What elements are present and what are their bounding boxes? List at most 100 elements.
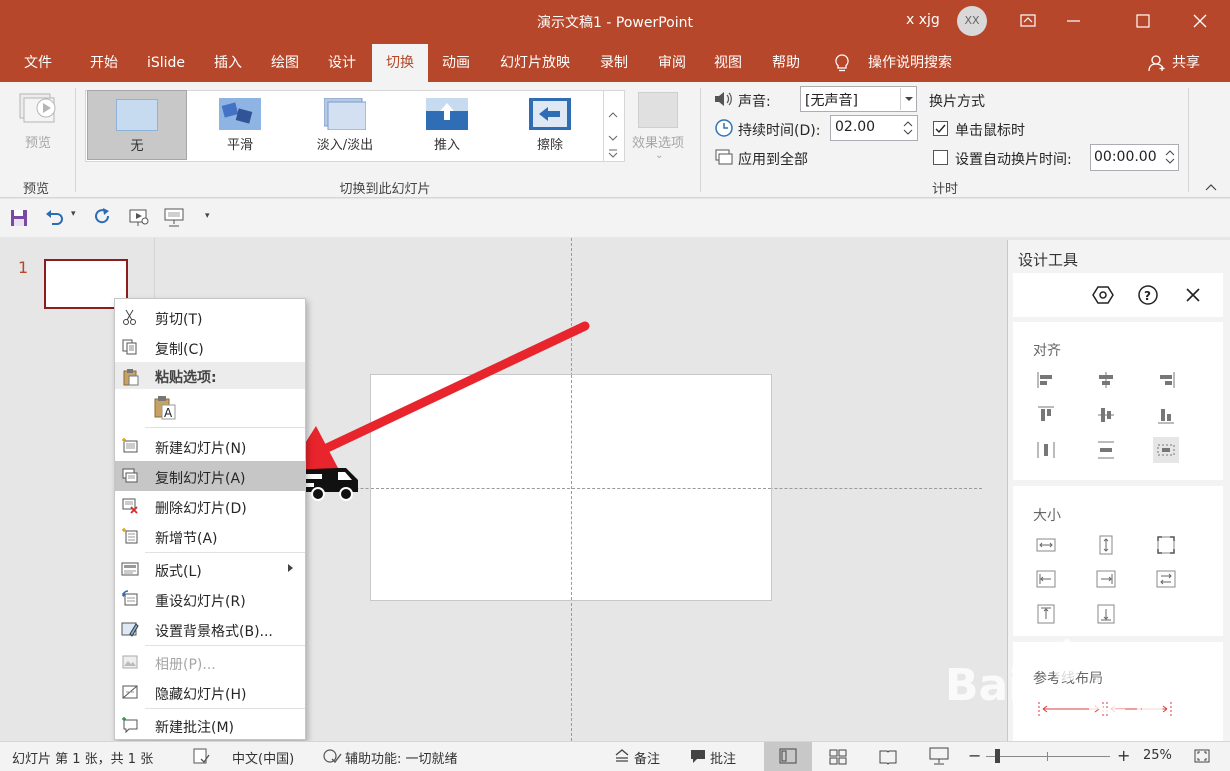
transition-wipe[interactable]: 擦除 <box>500 90 600 160</box>
align-to-slide-icon[interactable] <box>1153 437 1179 463</box>
menu-item-duplicate-slide[interactable]: 复制幻灯片(A) <box>115 461 305 491</box>
menu-item-delete-slide[interactable]: 删除幻灯片(D) <box>115 491 305 521</box>
redo-icon[interactable] <box>93 208 113 228</box>
tab-review[interactable]: 审阅 <box>648 44 696 82</box>
maximize-icon[interactable] <box>1125 4 1161 38</box>
minimize-icon[interactable] <box>1056 4 1092 38</box>
same-width-icon[interactable] <box>1035 534 1057 556</box>
comments-button[interactable]: 批注 <box>710 748 736 767</box>
fit-to-window-icon[interactable] <box>1193 747 1211 765</box>
distribute-horizontal-icon[interactable] <box>1035 439 1057 461</box>
share-button[interactable]: 共享 <box>1166 44 1206 82</box>
menu-item-photo-album[interactable]: 相册(P)... <box>115 647 305 677</box>
tab-help[interactable]: 帮助 <box>760 44 812 82</box>
distribute-vertical-icon[interactable] <box>1095 439 1117 461</box>
menu-item-add-section[interactable]: 新增节(A) <box>115 521 305 551</box>
transition-morph[interactable]: 平滑 <box>190 90 290 160</box>
layout-icon <box>121 562 139 576</box>
normal-view-icon[interactable] <box>764 742 812 771</box>
duration-spinner-icon[interactable] <box>900 117 916 139</box>
zoom-out-button[interactable]: − <box>968 746 981 765</box>
transition-none[interactable]: 无 <box>87 90 187 160</box>
menu-item-cut[interactable]: 剪切(T) <box>115 302 305 332</box>
spellcheck-icon[interactable] <box>192 747 210 765</box>
svg-text:A: A <box>164 406 173 420</box>
customize-qat-icon[interactable]: ▾ <box>205 211 210 221</box>
zoom-level[interactable]: 25% <box>1143 748 1172 763</box>
sound-dropdown-icon[interactable] <box>900 88 916 110</box>
swap-size-icon[interactable] <box>1155 568 1177 590</box>
reading-view-icon[interactable] <box>879 748 897 766</box>
undo-icon[interactable] <box>44 209 66 227</box>
menu-item-hide-slide[interactable]: 隐藏幻灯片(H) <box>115 677 305 707</box>
transition-wipe-thumb <box>529 98 571 130</box>
auto-advance-spinner-icon[interactable] <box>1162 146 1178 168</box>
close-pane-icon[interactable] <box>1184 286 1202 304</box>
transition-push[interactable]: 推入 <box>397 90 497 160</box>
slideshow-view-icon[interactable] <box>929 747 949 765</box>
tab-file[interactable]: 文件 <box>14 44 62 82</box>
tab-transitions[interactable]: 切换 <box>372 44 428 82</box>
notes-button[interactable]: 备注 <box>634 748 660 767</box>
tab-slideshow[interactable]: 幻灯片放映 <box>490 44 580 82</box>
transition-fade[interactable]: 淡入/淡出 <box>295 90 395 160</box>
close-icon[interactable] <box>1182 4 1218 38</box>
extend-bottom-icon[interactable] <box>1095 603 1117 625</box>
menu-item-label: 隐藏幻灯片(H) <box>155 687 247 703</box>
same-height-icon[interactable] <box>1095 534 1117 556</box>
align-top-icon[interactable] <box>1035 404 1057 426</box>
gallery-scroll[interactable] <box>603 90 621 162</box>
accessibility-status[interactable]: 辅助功能: 一切就绪 <box>345 748 458 767</box>
auto-advance-checkbox[interactable] <box>933 150 948 165</box>
on-click-checkbox[interactable] <box>933 121 948 136</box>
user-name[interactable]: x xjg <box>906 12 940 28</box>
align-right-icon[interactable] <box>1155 369 1177 391</box>
extend-left-icon[interactable] <box>1035 568 1057 590</box>
ribbon-divider <box>75 88 76 192</box>
extend-right-icon[interactable] <box>1095 568 1117 590</box>
menu-item-format-background[interactable]: 设置背景格式(B)... <box>115 614 305 644</box>
undo-dropdown-icon[interactable]: ▾ <box>71 209 76 219</box>
paste-keep-text-only-icon[interactable]: A <box>153 395 177 421</box>
settings-hexagon-icon[interactable] <box>1092 284 1114 306</box>
tab-record[interactable]: 录制 <box>590 44 638 82</box>
zoom-slider-track[interactable] <box>986 756 1110 757</box>
tab-islide[interactable]: iSlide <box>138 44 194 82</box>
align-middle-icon[interactable] <box>1095 404 1117 426</box>
menu-item-copy[interactable]: 复制(C) <box>115 332 305 362</box>
menu-item-label: 复制幻灯片(A) <box>155 471 246 487</box>
tab-animations[interactable]: 动画 <box>432 44 480 82</box>
start-slideshow-icon[interactable] <box>128 208 150 228</box>
tab-view[interactable]: 视图 <box>704 44 752 82</box>
menu-item-label: 剪切(T) <box>155 312 203 328</box>
slide-sorter-icon[interactable] <box>829 748 847 766</box>
help-icon[interactable]: ? <box>1137 284 1159 306</box>
effect-options-button[interactable]: 效果选项 <box>625 132 691 151</box>
preview-button[interactable]: 预览 <box>10 132 66 151</box>
tab-insert[interactable]: 插入 <box>204 44 252 82</box>
align-center-icon[interactable] <box>1095 369 1117 391</box>
zoom-in-button[interactable]: + <box>1117 746 1130 765</box>
tell-me-search[interactable]: 操作说明搜索 <box>860 44 960 82</box>
menu-item-label: 粘贴选项: <box>155 370 217 386</box>
align-bottom-icon[interactable] <box>1155 404 1177 426</box>
save-icon[interactable] <box>10 209 28 227</box>
tab-home[interactable]: 开始 <box>78 44 130 82</box>
collapse-ribbon-icon[interactable] <box>1203 180 1219 194</box>
align-left-icon[interactable] <box>1035 369 1057 391</box>
extend-top-icon[interactable] <box>1035 603 1057 625</box>
zoom-slider-thumb[interactable] <box>995 749 1000 763</box>
apply-to-all-button[interactable]: 应用到全部 <box>738 149 808 169</box>
ribbon-divider <box>700 88 701 192</box>
present-icon[interactable] <box>163 208 185 228</box>
language-status[interactable]: 中文(中国) <box>232 748 294 767</box>
tab-design[interactable]: 设计 <box>318 44 366 82</box>
menu-item-new-slide[interactable]: 新建幻灯片(N) <box>115 431 305 461</box>
avatar[interactable]: XX <box>957 6 987 36</box>
menu-item-layout[interactable]: 版式(L) <box>115 554 305 584</box>
tab-draw[interactable]: 绘图 <box>260 44 310 82</box>
menu-item-new-comment[interactable]: 新建批注(M) <box>115 710 305 740</box>
menu-item-reset-slide[interactable]: 重设幻灯片(R) <box>115 584 305 614</box>
same-size-icon[interactable] <box>1155 534 1177 556</box>
ribbon-display-options-icon[interactable] <box>1010 4 1046 38</box>
